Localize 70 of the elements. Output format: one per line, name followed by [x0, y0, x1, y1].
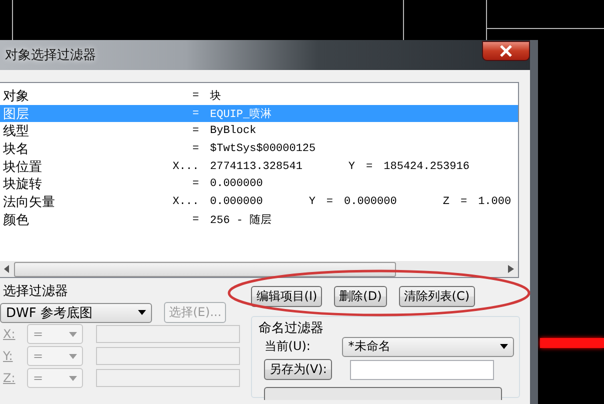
- caret-icon: [138, 310, 146, 315]
- scrollbar-thumb[interactable]: [14, 262, 396, 276]
- partial-button[interactable]: [264, 387, 502, 400]
- property-name: 法向矢量: [2, 194, 56, 211]
- filter-row[interactable]: 线型 = ByBlock: [0, 122, 518, 140]
- field-label: 当前(U):: [264, 338, 312, 355]
- right-arrow-icon: [508, 265, 514, 273]
- property-value: 0.000000: [344, 196, 397, 208]
- property-name: 块名: [2, 140, 30, 158]
- property-name: 图层: [2, 106, 30, 123]
- property-value: 2774113.328541: [210, 160, 302, 173]
- filter-type-dropdown[interactable]: DWF 参考底图: [0, 302, 152, 322]
- caret-icon: [69, 354, 77, 358]
- left-arrow-icon: [4, 265, 10, 273]
- caret-icon: [69, 332, 77, 336]
- coordinate-field[interactable]: [96, 325, 240, 343]
- property-value: EQUIP_喷淋: [210, 107, 272, 122]
- property-name: 线型: [2, 123, 30, 140]
- filter-row[interactable]: 块名 = $TwtSys$00000125: [0, 140, 518, 158]
- axis-label: Y: [348, 160, 356, 173]
- operator: =: [191, 108, 199, 120]
- property-value: 256 - 随层: [210, 213, 272, 228]
- operator: =: [460, 196, 468, 208]
- coordinate-label: X:: [2, 327, 16, 341]
- action-button[interactable]: 清除列表(C): [398, 286, 475, 307]
- action-button[interactable]: 编辑项目(I): [251, 286, 322, 307]
- current-filter-dropdown[interactable]: *未命名: [342, 336, 514, 356]
- operator: X...: [172, 160, 199, 173]
- property-value: $TwtSys$00000125: [210, 142, 316, 155]
- property-name: 对象: [2, 88, 30, 105]
- section-label: 选择过滤器: [2, 283, 69, 300]
- coordinate-label: Y:: [2, 349, 14, 363]
- coordinate-field[interactable]: [96, 369, 240, 387]
- operator: =: [191, 90, 199, 102]
- property-value: 0.000000: [210, 178, 263, 190]
- save-as-button[interactable]: 另存为(V):: [264, 359, 332, 380]
- filter-row[interactable]: 块旋转 = 0.000000: [0, 175, 518, 194]
- filter-row[interactable]: 颜色 = 256 - 随层: [0, 210, 518, 228]
- property-value: 185424.253916: [384, 160, 470, 173]
- group-label: 命名过滤器: [258, 320, 324, 335]
- operator: =: [326, 196, 334, 208]
- filter-row[interactable]: 法向矢量 X... 0.000000 Y = 0.000000 Z = 1.000: [0, 193, 518, 211]
- operator: =: [191, 214, 199, 226]
- property-value: 1.000: [478, 196, 512, 208]
- property-name: 块位置: [2, 158, 43, 176]
- filter-row[interactable]: 对象 = 块: [0, 87, 518, 105]
- operator: X...: [172, 196, 199, 208]
- coordinate-field[interactable]: [96, 347, 240, 365]
- operator: =: [366, 160, 373, 173]
- horizontal-scrollbar[interactable]: [0, 261, 518, 277]
- property-value: 0.000000: [210, 196, 263, 208]
- operator: =: [191, 125, 199, 138]
- property-name: 颜色: [2, 212, 30, 229]
- window-title: 对象选择过滤器: [5, 47, 96, 64]
- property-value: 块: [210, 89, 221, 104]
- coordinate-label: Z:: [2, 371, 16, 385]
- filter-name-field[interactable]: [350, 360, 494, 380]
- close-button[interactable]: [482, 41, 530, 61]
- filter-list[interactable]: 对象 = 块 图层 = EQUIP_喷淋 线型 = ByBlock 块名 = $TwtSys$00000125 块位置 X... 2774113.328541 Y = 185424.253916 块旋转 = 0.000000 法向矢量 X... 0.000000 Y = 0.000000 Z = 1.000 颜色 = 256 - 随层: [0, 82, 519, 278]
- axis-label: Y: [308, 196, 316, 208]
- caret-icon: [500, 344, 508, 349]
- close-icon: [499, 45, 513, 57]
- filter-row[interactable]: 块位置 X... 2774113.328541 Y = 185424.253916: [0, 158, 518, 176]
- caret-icon: [69, 376, 77, 380]
- operator: =: [191, 178, 199, 190]
- axis-label: Z: [442, 196, 450, 208]
- operator: =: [191, 142, 199, 155]
- action-button[interactable]: 删除(D): [334, 286, 387, 307]
- property-name: 块旋转: [2, 176, 43, 194]
- property-value: ByBlock: [210, 125, 256, 138]
